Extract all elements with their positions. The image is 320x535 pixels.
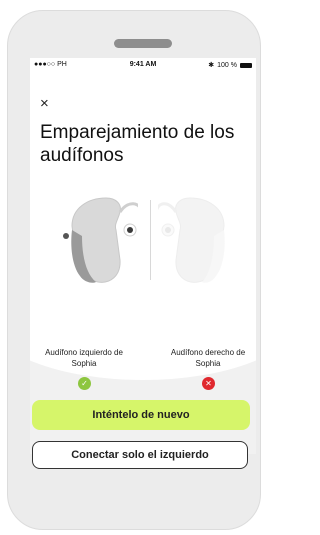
right-device-label: Audífono derecho de Sophia [170,348,246,368]
status-right: ✱ 100 % [208,61,252,69]
left-hearing-aid-icon [63,197,138,283]
battery-icon [240,62,252,68]
right-hearing-aid-icon [158,197,225,283]
close-button[interactable]: × [40,96,49,111]
left-device-label: Audífono izquierdo de Sophia [45,348,123,368]
right-error-icon: ✕ [202,377,215,390]
battery-percent: 100 % [217,61,237,69]
app-screen: ●●●○○ PH 9:41 AM ✱ 100 % × Emparejamient… [30,58,256,454]
connect-left-only-button[interactable]: Conectar solo el izquierdo [32,441,248,469]
illustration-divider [150,200,151,280]
left-success-icon: ✓ [78,377,91,390]
retry-button[interactable]: Inténtelo de nuevo [32,400,250,430]
hearing-aids-illustration [30,186,256,316]
page-title: Emparejamiento de los audífonos [40,122,235,166]
bluetooth-icon: ✱ [208,62,215,69]
status-bar: ●●●○○ PH 9:41 AM ✱ 100 % [30,58,256,72]
phone-speaker [114,39,172,48]
